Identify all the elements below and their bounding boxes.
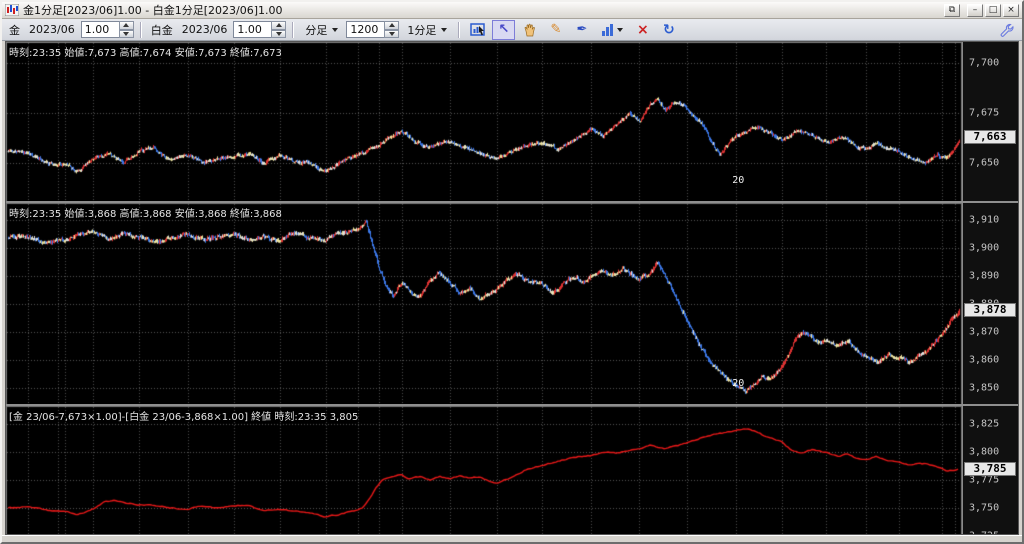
chart-region: 時刻:23:35 始値:7,673 高値:7,674 安値:7,673 終値:7… xyxy=(5,41,1019,535)
select-tool-button[interactable]: ↖ xyxy=(492,20,515,40)
refresh-button[interactable]: ↻ xyxy=(657,20,680,40)
spread-line-plot[interactable] xyxy=(6,406,962,535)
app-icon xyxy=(5,4,19,16)
pencil-tool-button[interactable]: ✎ xyxy=(544,20,567,40)
platinum-candle-panel: 時刻:23:35 始値:3,868 高値:3,868 安値:3,868 終値:3… xyxy=(6,201,1018,404)
hand-pan-icon xyxy=(523,23,537,37)
float-window-button[interactable]: ⧉ xyxy=(944,4,960,17)
price-axis-label: 3,860 xyxy=(969,355,999,366)
gold-multiplier-stepper[interactable]: 1.00 xyxy=(81,21,134,38)
settings-wrench-icon xyxy=(1000,23,1014,37)
interval-dropdown[interactable]: 1分足 xyxy=(402,21,452,39)
price-axis-label: 7,700 xyxy=(969,58,999,69)
toolbar-separator xyxy=(458,22,460,38)
pan-tool-button[interactable] xyxy=(518,20,541,40)
platinum-month[interactable]: 2023/06 xyxy=(179,23,231,36)
price-axis-label: 3,750 xyxy=(969,503,999,514)
date-change-label: 20 xyxy=(732,378,744,389)
platinum-label: 白金 xyxy=(148,22,176,38)
pencil-draw-icon: ✎ xyxy=(550,22,561,37)
gold-multiplier-up[interactable] xyxy=(119,21,134,30)
price-axis-label: 3,870 xyxy=(969,327,999,338)
price-axis-label: 3,850 xyxy=(969,383,999,394)
date-change-label: 20 xyxy=(732,175,744,186)
chart-type-button[interactable] xyxy=(596,20,628,40)
minimize-button[interactable]: – xyxy=(967,4,983,17)
settings-button[interactable] xyxy=(995,20,1018,40)
gold-candle-panel: 時刻:23:35 始値:7,673 高値:7,674 安値:7,673 終値:7… xyxy=(6,42,1018,201)
chart-cursor-icon xyxy=(470,23,486,37)
gold-multiplier-down[interactable] xyxy=(119,30,134,39)
close-button[interactable]: × xyxy=(1003,4,1019,17)
platinum-price-axis[interactable]: 3,9103,9003,8903,8803,8703,8603,8503,878 xyxy=(962,203,1018,404)
platinum-multiplier-stepper[interactable]: 1.00 xyxy=(233,21,286,38)
select-arrow-icon: ↖ xyxy=(498,22,509,37)
price-axis-label: 3,825 xyxy=(969,419,999,430)
quill-draw-icon: ✒ xyxy=(576,22,587,37)
chart-cursor-button[interactable] xyxy=(466,20,489,40)
toolbar: 金 2023/06 1.00 白金 2023/06 1.00 分足 1200 xyxy=(2,19,1022,41)
gold-label: 金 xyxy=(6,22,23,38)
gold-ohlc-info: 時刻:23:35 始値:7,673 高値:7,674 安値:7,673 終値:7… xyxy=(9,44,282,59)
platinum-ohlc-info: 時刻:23:35 始値:3,868 高値:3,868 安値:3,868 終値:3… xyxy=(9,205,282,220)
bar-count-down[interactable] xyxy=(384,30,399,39)
chart-type-icon xyxy=(602,24,613,36)
platinum-multiplier-up[interactable] xyxy=(271,21,286,30)
gold-price-axis[interactable]: 7,700 7,675 7,650 7,663 xyxy=(962,42,1018,201)
chevron-down-icon xyxy=(617,28,623,32)
chevron-down-icon xyxy=(332,28,338,32)
spread-info: [金 23/06-7,673×1.00]-[白金 23/06-3,868×1.0… xyxy=(9,408,358,423)
price-axis-label: 3,900 xyxy=(969,243,999,254)
current-price-badge: 3,785 xyxy=(964,462,1016,476)
platinum-multiplier-value[interactable]: 1.00 xyxy=(233,21,271,38)
clear-drawings-button[interactable]: × xyxy=(631,20,654,40)
clear-drawings-icon: × xyxy=(637,22,649,38)
window-title: 金1分足[2023/06]1.00 - 白金1分足[2023/06]1.00 xyxy=(23,2,940,18)
titlebar: 金1分足[2023/06]1.00 - 白金1分足[2023/06]1.00 ⧉… xyxy=(2,2,1022,19)
toolbar-separator xyxy=(140,22,142,38)
bar-count-stepper[interactable]: 1200 xyxy=(346,21,399,38)
price-axis-label: 7,650 xyxy=(969,158,999,169)
spread-price-axis[interactable]: 3,8253,8003,7753,7503,7253,785 xyxy=(962,406,1018,535)
maximize-button[interactable]: □ xyxy=(985,4,1001,17)
spread-line-panel: [金 23/06-7,673×1.00]-[白金 23/06-3,868×1.0… xyxy=(6,404,1018,535)
current-price-badge: 3,878 xyxy=(964,303,1016,317)
gold-multiplier-value[interactable]: 1.00 xyxy=(81,21,119,38)
gold-month[interactable]: 2023/06 xyxy=(26,23,78,36)
status-strip xyxy=(2,535,1022,542)
platinum-multiplier-down[interactable] xyxy=(271,30,286,39)
current-price-badge: 7,663 xyxy=(964,130,1016,144)
quill-tool-button[interactable]: ✒ xyxy=(570,20,593,40)
price-axis-label: 7,675 xyxy=(969,108,999,119)
chart-window: 金1分足[2023/06]1.00 - 白金1分足[2023/06]1.00 ⧉… xyxy=(0,0,1024,544)
interval-type-dropdown[interactable]: 分足 xyxy=(300,21,343,39)
bar-count-up[interactable] xyxy=(384,21,399,30)
price-axis-label: 3,910 xyxy=(969,215,999,226)
chevron-down-icon xyxy=(441,28,447,32)
refresh-icon: ↻ xyxy=(663,22,675,38)
toolbar-separator xyxy=(292,22,294,38)
bar-count-value[interactable]: 1200 xyxy=(346,21,384,38)
price-axis-label: 3,775 xyxy=(969,475,999,486)
price-axis-label: 3,800 xyxy=(969,447,999,458)
price-axis-label: 3,890 xyxy=(969,271,999,282)
